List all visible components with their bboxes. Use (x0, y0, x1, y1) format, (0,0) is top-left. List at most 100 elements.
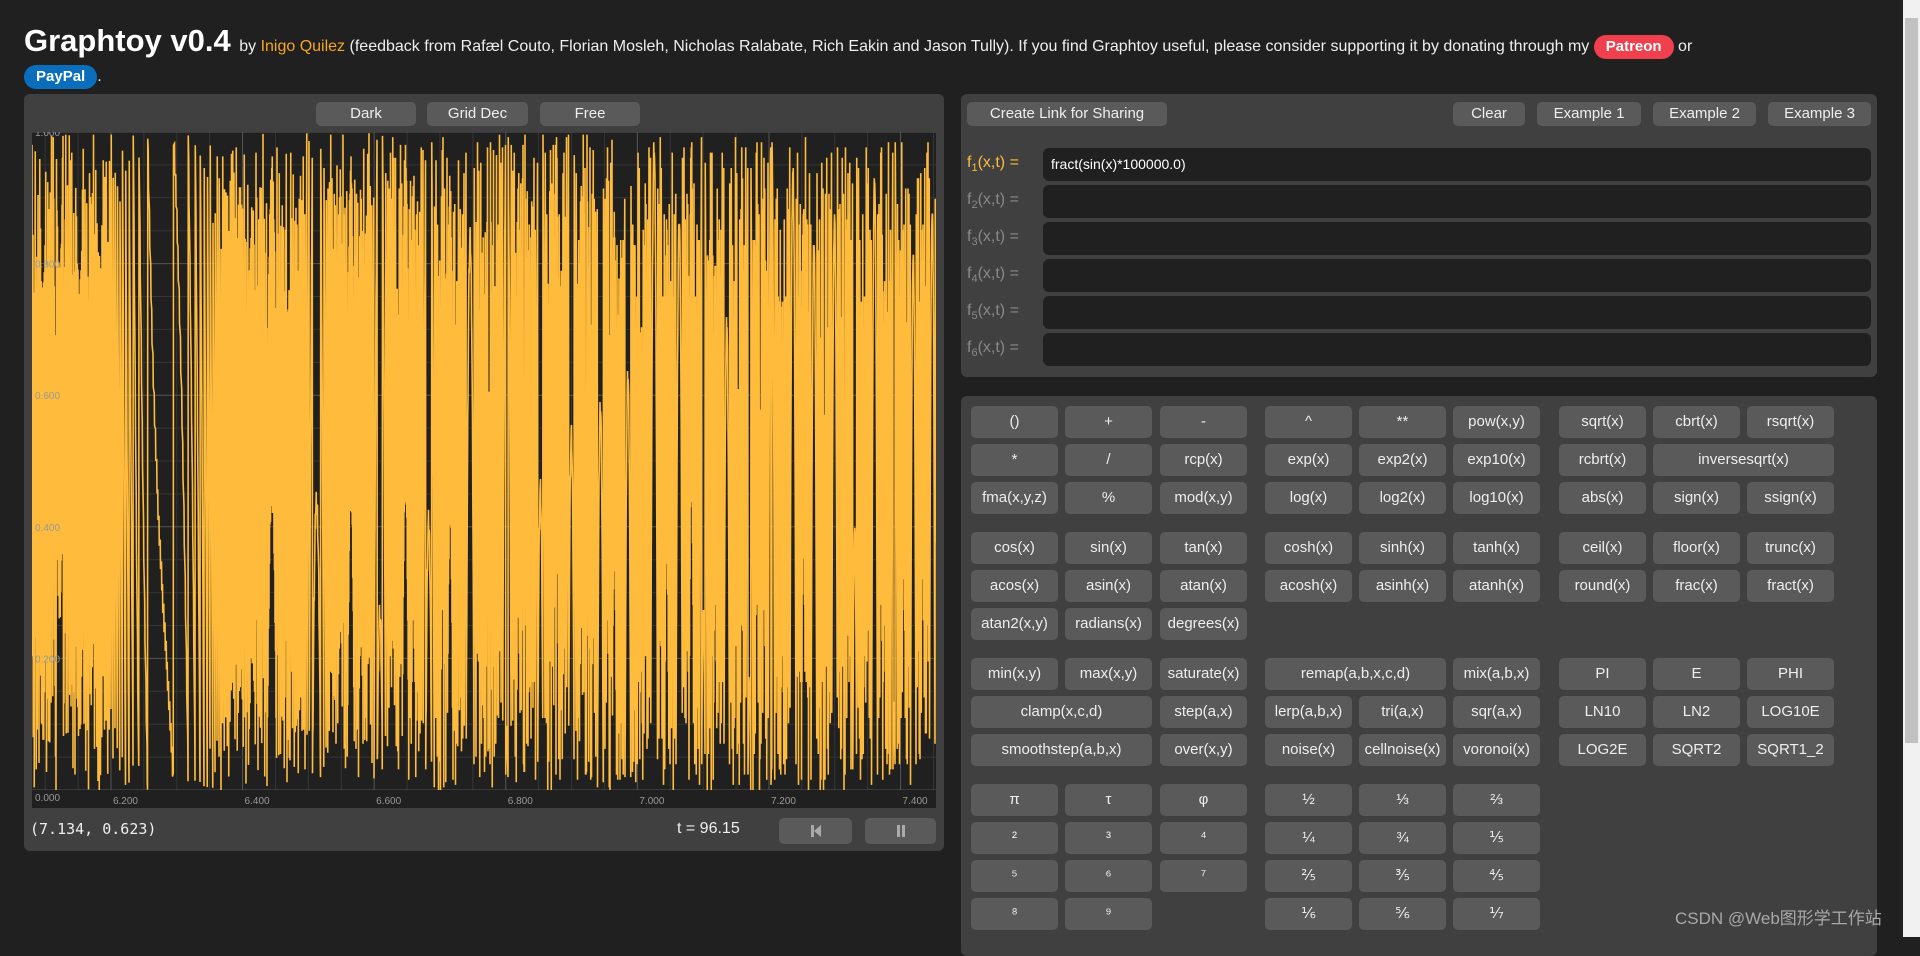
key-button[interactable]: ^ (1265, 406, 1352, 438)
key-button[interactable]: ⁹ (1065, 898, 1152, 930)
key-button[interactable]: exp10(x) (1453, 444, 1540, 476)
key-button[interactable]: asin(x) (1065, 570, 1152, 602)
key-button[interactable]: saturate(x) (1160, 658, 1247, 690)
key-button[interactable]: ⅓ (1359, 784, 1446, 816)
key-button[interactable]: cosh(x) (1265, 532, 1352, 564)
key-button[interactable]: π (971, 784, 1058, 816)
key-button[interactable]: ½ (1265, 784, 1352, 816)
key-button[interactable]: pow(x,y) (1453, 406, 1540, 438)
grid-dec-button[interactable]: Grid Dec (427, 102, 528, 126)
key-button[interactable]: rcbrt(x) (1559, 444, 1646, 476)
key-button[interactable]: mod(x,y) (1160, 482, 1247, 514)
key-button[interactable]: smoothstep(a,b,x) (971, 734, 1152, 766)
key-button[interactable]: sqrt(x) (1559, 406, 1646, 438)
key-button[interactable]: radians(x) (1065, 608, 1152, 640)
scrollbar-thumb[interactable] (1905, 18, 1918, 743)
key-button[interactable]: sin(x) (1065, 532, 1152, 564)
key-button[interactable]: degrees(x) (1160, 608, 1247, 640)
key-button[interactable]: ⁶ (1065, 860, 1152, 892)
example-2-button[interactable]: Example 2 (1653, 102, 1756, 126)
key-button[interactable]: fma(x,y,z) (971, 482, 1058, 514)
key-button[interactable]: ⅚ (1359, 898, 1446, 930)
function-input-3[interactable] (1043, 222, 1871, 255)
key-button[interactable]: atan2(x,y) (971, 608, 1058, 640)
key-button[interactable]: ⅖ (1265, 860, 1352, 892)
function-input-1[interactable]: fract(sin(x)*100000.0) (1043, 148, 1871, 181)
key-button[interactable]: φ (1160, 784, 1247, 816)
key-button[interactable]: abs(x) (1559, 482, 1646, 514)
key-button[interactable]: () (971, 406, 1058, 438)
key-button[interactable]: ¼ (1265, 822, 1352, 854)
key-button[interactable]: atan(x) (1160, 570, 1247, 602)
key-button[interactable]: noise(x) (1265, 734, 1352, 766)
key-button[interactable]: ⅙ (1265, 898, 1352, 930)
key-button[interactable]: E (1653, 658, 1740, 690)
key-button[interactable]: tan(x) (1160, 532, 1247, 564)
key-button[interactable]: mix(a,b,x) (1453, 658, 1540, 690)
key-button[interactable]: / (1065, 444, 1152, 476)
function-input-6[interactable] (1043, 333, 1871, 366)
rewind-button[interactable] (779, 818, 852, 844)
clear-button[interactable]: Clear (1453, 102, 1525, 126)
key-button[interactable]: exp(x) (1265, 444, 1352, 476)
author-link[interactable]: Inigo Quilez (261, 38, 346, 55)
key-button[interactable]: ssign(x) (1747, 482, 1834, 514)
key-button[interactable]: over(x,y) (1160, 734, 1247, 766)
key-button[interactable]: frac(x) (1653, 570, 1740, 602)
key-button[interactable]: ⅐ (1453, 898, 1540, 930)
key-button[interactable]: ** (1359, 406, 1446, 438)
key-button[interactable]: ³ (1065, 822, 1152, 854)
key-button[interactable]: fract(x) (1747, 570, 1834, 602)
key-button[interactable]: acos(x) (971, 570, 1058, 602)
key-button[interactable]: ² (971, 822, 1058, 854)
key-button[interactable]: voronoi(x) (1453, 734, 1540, 766)
key-button[interactable]: LOG10E (1747, 696, 1834, 728)
key-button[interactable]: ⅕ (1453, 822, 1540, 854)
key-button[interactable]: rcp(x) (1160, 444, 1247, 476)
key-button[interactable]: % (1065, 482, 1152, 514)
free-button[interactable]: Free (540, 102, 640, 126)
key-button[interactable]: - (1160, 406, 1247, 438)
key-button[interactable]: log10(x) (1453, 482, 1540, 514)
key-button[interactable]: PHI (1747, 658, 1834, 690)
key-button[interactable]: cellnoise(x) (1359, 734, 1446, 766)
key-button[interactable]: round(x) (1559, 570, 1646, 602)
key-button[interactable]: exp2(x) (1359, 444, 1446, 476)
key-button[interactable]: τ (1065, 784, 1152, 816)
example-1-button[interactable]: Example 1 (1537, 102, 1641, 126)
key-button[interactable]: asinh(x) (1359, 570, 1446, 602)
key-button[interactable]: cbrt(x) (1653, 406, 1740, 438)
example-3-button[interactable]: Example 3 (1768, 102, 1871, 126)
patreon-link[interactable]: Patreon (1593, 35, 1674, 59)
dark-button[interactable]: Dark (316, 102, 416, 126)
function-input-2[interactable] (1043, 185, 1871, 218)
key-button[interactable]: ⅘ (1453, 860, 1540, 892)
key-button[interactable]: ¾ (1359, 822, 1446, 854)
key-button[interactable]: acosh(x) (1265, 570, 1352, 602)
key-button[interactable]: max(x,y) (1065, 658, 1152, 690)
key-button[interactable]: floor(x) (1653, 532, 1740, 564)
key-button[interactable]: ⁴ (1160, 822, 1247, 854)
key-button[interactable]: log(x) (1265, 482, 1352, 514)
key-button[interactable]: LN10 (1559, 696, 1646, 728)
key-button[interactable]: tri(a,x) (1359, 696, 1446, 728)
plot-canvas[interactable]: 6.200 6.400 6.600 6.800 7.000 7.200 7.400 0.000… (32, 132, 936, 808)
key-button[interactable]: rsqrt(x) (1747, 406, 1834, 438)
key-button[interactable]: trunc(x) (1747, 532, 1834, 564)
function-input-4[interactable] (1043, 259, 1871, 292)
key-button[interactable]: ⁸ (971, 898, 1058, 930)
key-button[interactable]: SQRT1_2 (1747, 734, 1834, 766)
key-button[interactable]: tanh(x) (1453, 532, 1540, 564)
pause-button[interactable] (865, 818, 936, 844)
key-button[interactable]: LOG2E (1559, 734, 1646, 766)
key-button[interactable]: sinh(x) (1359, 532, 1446, 564)
function-input-5[interactable] (1043, 296, 1871, 329)
key-button[interactable]: log2(x) (1359, 482, 1446, 514)
key-button[interactable]: cos(x) (971, 532, 1058, 564)
key-button[interactable]: ⁷ (1160, 860, 1247, 892)
key-button[interactable]: PI (1559, 658, 1646, 690)
key-button[interactable]: SQRT2 (1653, 734, 1740, 766)
key-button[interactable]: step(a,x) (1160, 696, 1247, 728)
key-button[interactable]: * (971, 444, 1058, 476)
key-button[interactable]: ⅔ (1453, 784, 1540, 816)
